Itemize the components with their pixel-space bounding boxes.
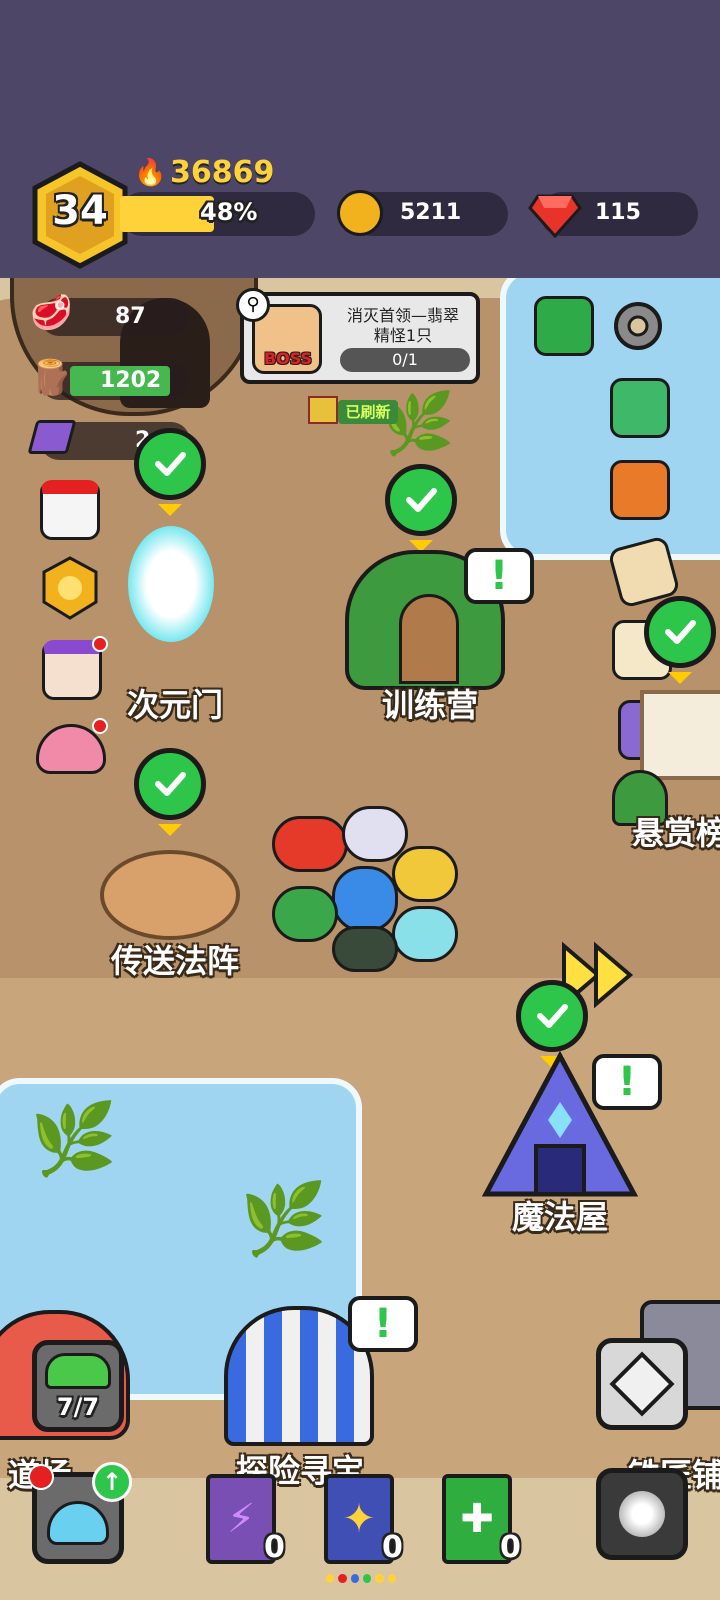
quest-progress: 0/1 (340, 348, 470, 372)
gem-value: 115 (595, 200, 641, 225)
training-label: 训练营 (381, 686, 478, 724)
marker-arrow (158, 824, 182, 836)
ruby-icon (528, 194, 582, 238)
hero-slots-button[interactable]: 7/7 (32, 1340, 124, 1432)
marker-arrow (668, 672, 692, 684)
magic-label: 魔法屋 (511, 1198, 608, 1236)
marker-arrow (158, 504, 182, 516)
alert-bubble-icon[interactable]: ! (592, 1054, 662, 1110)
player-level: 34 (52, 188, 108, 234)
notification-dot (28, 1464, 54, 1490)
book2-count: 0 (382, 1530, 403, 1565)
page-indicator (326, 1574, 396, 1586)
exp-percent: 48% (200, 198, 258, 226)
training-check-icon (385, 464, 457, 536)
plant-icon: 🌿 (240, 1178, 328, 1260)
book3-count: 0 (500, 1530, 521, 1565)
wood-value: 1202 (100, 368, 162, 393)
hero-slots-count: 7/7 (56, 1393, 100, 1421)
boss-badge: BOSS (263, 349, 313, 368)
sword-icon (609, 1351, 675, 1417)
teleport-check-icon (134, 748, 206, 820)
alert-bubble-icon[interactable]: ! (464, 548, 534, 604)
portal-gate-button[interactable] (596, 1468, 688, 1560)
bounty-label: 悬赏榜 (632, 814, 720, 852)
hero-party[interactable] (262, 806, 462, 986)
stone-gate-icon (619, 1491, 665, 1537)
bounty-board-building[interactable] (640, 690, 720, 780)
portal-label: 次元门 (126, 686, 223, 724)
alert-bubble-icon[interactable]: ! (348, 1296, 418, 1352)
gold-value: 5211 (400, 200, 462, 225)
teleport-label: 传送法阵 (110, 942, 239, 980)
meat-icon: 🥩 (30, 293, 73, 333)
wood-icon: 🪵 (30, 358, 73, 398)
book1-count: 0 (264, 1530, 285, 1565)
power-value: 36869 (170, 155, 275, 190)
green-slime-icon (45, 1353, 111, 1389)
quest-line2: 精怪1只 (373, 326, 433, 345)
plant-icon: 🌿 (30, 1098, 118, 1180)
mail-icon[interactable] (610, 378, 670, 438)
teleport-array-platform[interactable] (100, 850, 240, 940)
fire-icon: 🔥 (134, 158, 167, 188)
portal-check-icon (134, 428, 206, 500)
bounty-check-icon (644, 596, 716, 668)
player-level-badge[interactable]: 34 (30, 160, 130, 270)
forge-button[interactable] (596, 1338, 688, 1430)
exp-bar: 48% (120, 192, 315, 236)
meat-value: 87 (115, 304, 146, 329)
notification-dot (92, 636, 108, 652)
rank-badge-icon[interactable] (40, 556, 100, 620)
quest-book-icon[interactable] (534, 296, 594, 356)
settings-gear-icon[interactable] (606, 294, 670, 358)
refresh-label: 已刷新 (338, 400, 398, 424)
magic-check-icon (516, 980, 588, 1052)
shop-icon[interactable] (40, 480, 100, 540)
backpack-icon[interactable] (610, 460, 670, 520)
gold-coin-icon (337, 190, 383, 236)
notification-dot (92, 718, 108, 734)
dimension-portal[interactable] (128, 526, 214, 642)
blue-slime-icon (47, 1501, 109, 1545)
boss-quest-panel[interactable]: BOSS 消灭首领—翡翠 精怪1只 0/1 (240, 292, 480, 384)
upgrade-arrow-icon: ↑ (92, 1462, 132, 1502)
magnifier-icon[interactable]: ⚲ (236, 288, 270, 322)
treasure-chest-icon (308, 396, 338, 424)
